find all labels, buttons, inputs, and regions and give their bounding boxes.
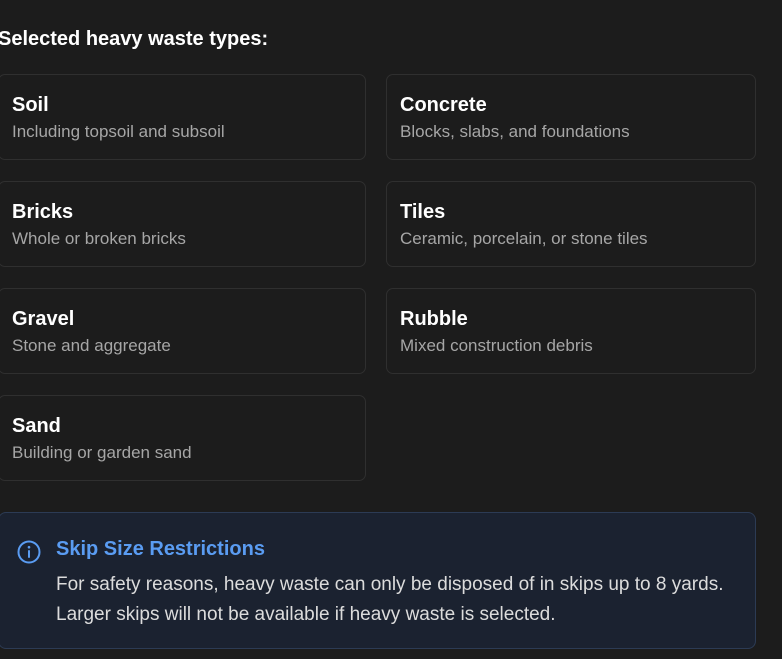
waste-card-title: Bricks xyxy=(12,201,74,223)
info-icon xyxy=(16,539,42,565)
skip-size-notice: Skip Size Restrictions For safety reason… xyxy=(0,512,756,649)
notice-title: Skip Size Restrictions xyxy=(56,538,265,560)
waste-card-bricks[interactable]: Bricks Whole or broken bricks xyxy=(0,181,366,267)
waste-card-description: Including topsoil and subsoil xyxy=(12,122,225,141)
waste-card-concrete[interactable]: Concrete Blocks, slabs, and foundations xyxy=(386,74,756,160)
waste-card-gravel[interactable]: Gravel Stone and aggregate xyxy=(0,288,366,374)
waste-card-sand[interactable]: Sand Building or garden sand xyxy=(0,395,366,481)
notice-text: For safety reasons, heavy waste can only… xyxy=(56,574,724,625)
waste-card-title: Sand xyxy=(12,415,61,437)
waste-card-title: Soil xyxy=(12,94,49,116)
waste-card-description: Stone and aggregate xyxy=(12,336,171,355)
waste-card-rubble[interactable]: Rubble Mixed construction debris xyxy=(386,288,756,374)
waste-card-title: Rubble xyxy=(400,308,468,330)
waste-type-grid: Soil Including topsoil and subsoil Concr… xyxy=(0,74,756,481)
waste-card-description: Building or garden sand xyxy=(12,443,192,462)
waste-card-tiles[interactable]: Tiles Ceramic, porcelain, or stone tiles xyxy=(386,181,756,267)
waste-card-description: Whole or broken bricks xyxy=(12,229,186,248)
waste-card-soil[interactable]: Soil Including topsoil and subsoil xyxy=(0,74,366,160)
waste-card-description: Mixed construction debris xyxy=(400,336,593,355)
waste-card-title: Concrete xyxy=(400,94,487,116)
waste-card-title: Tiles xyxy=(400,201,446,223)
waste-card-description: Ceramic, porcelain, or stone tiles xyxy=(400,229,648,248)
selected-waste-heading: Selected heavy waste types: xyxy=(0,28,269,50)
waste-card-description: Blocks, slabs, and foundations xyxy=(400,122,630,141)
waste-card-title: Gravel xyxy=(12,308,75,330)
